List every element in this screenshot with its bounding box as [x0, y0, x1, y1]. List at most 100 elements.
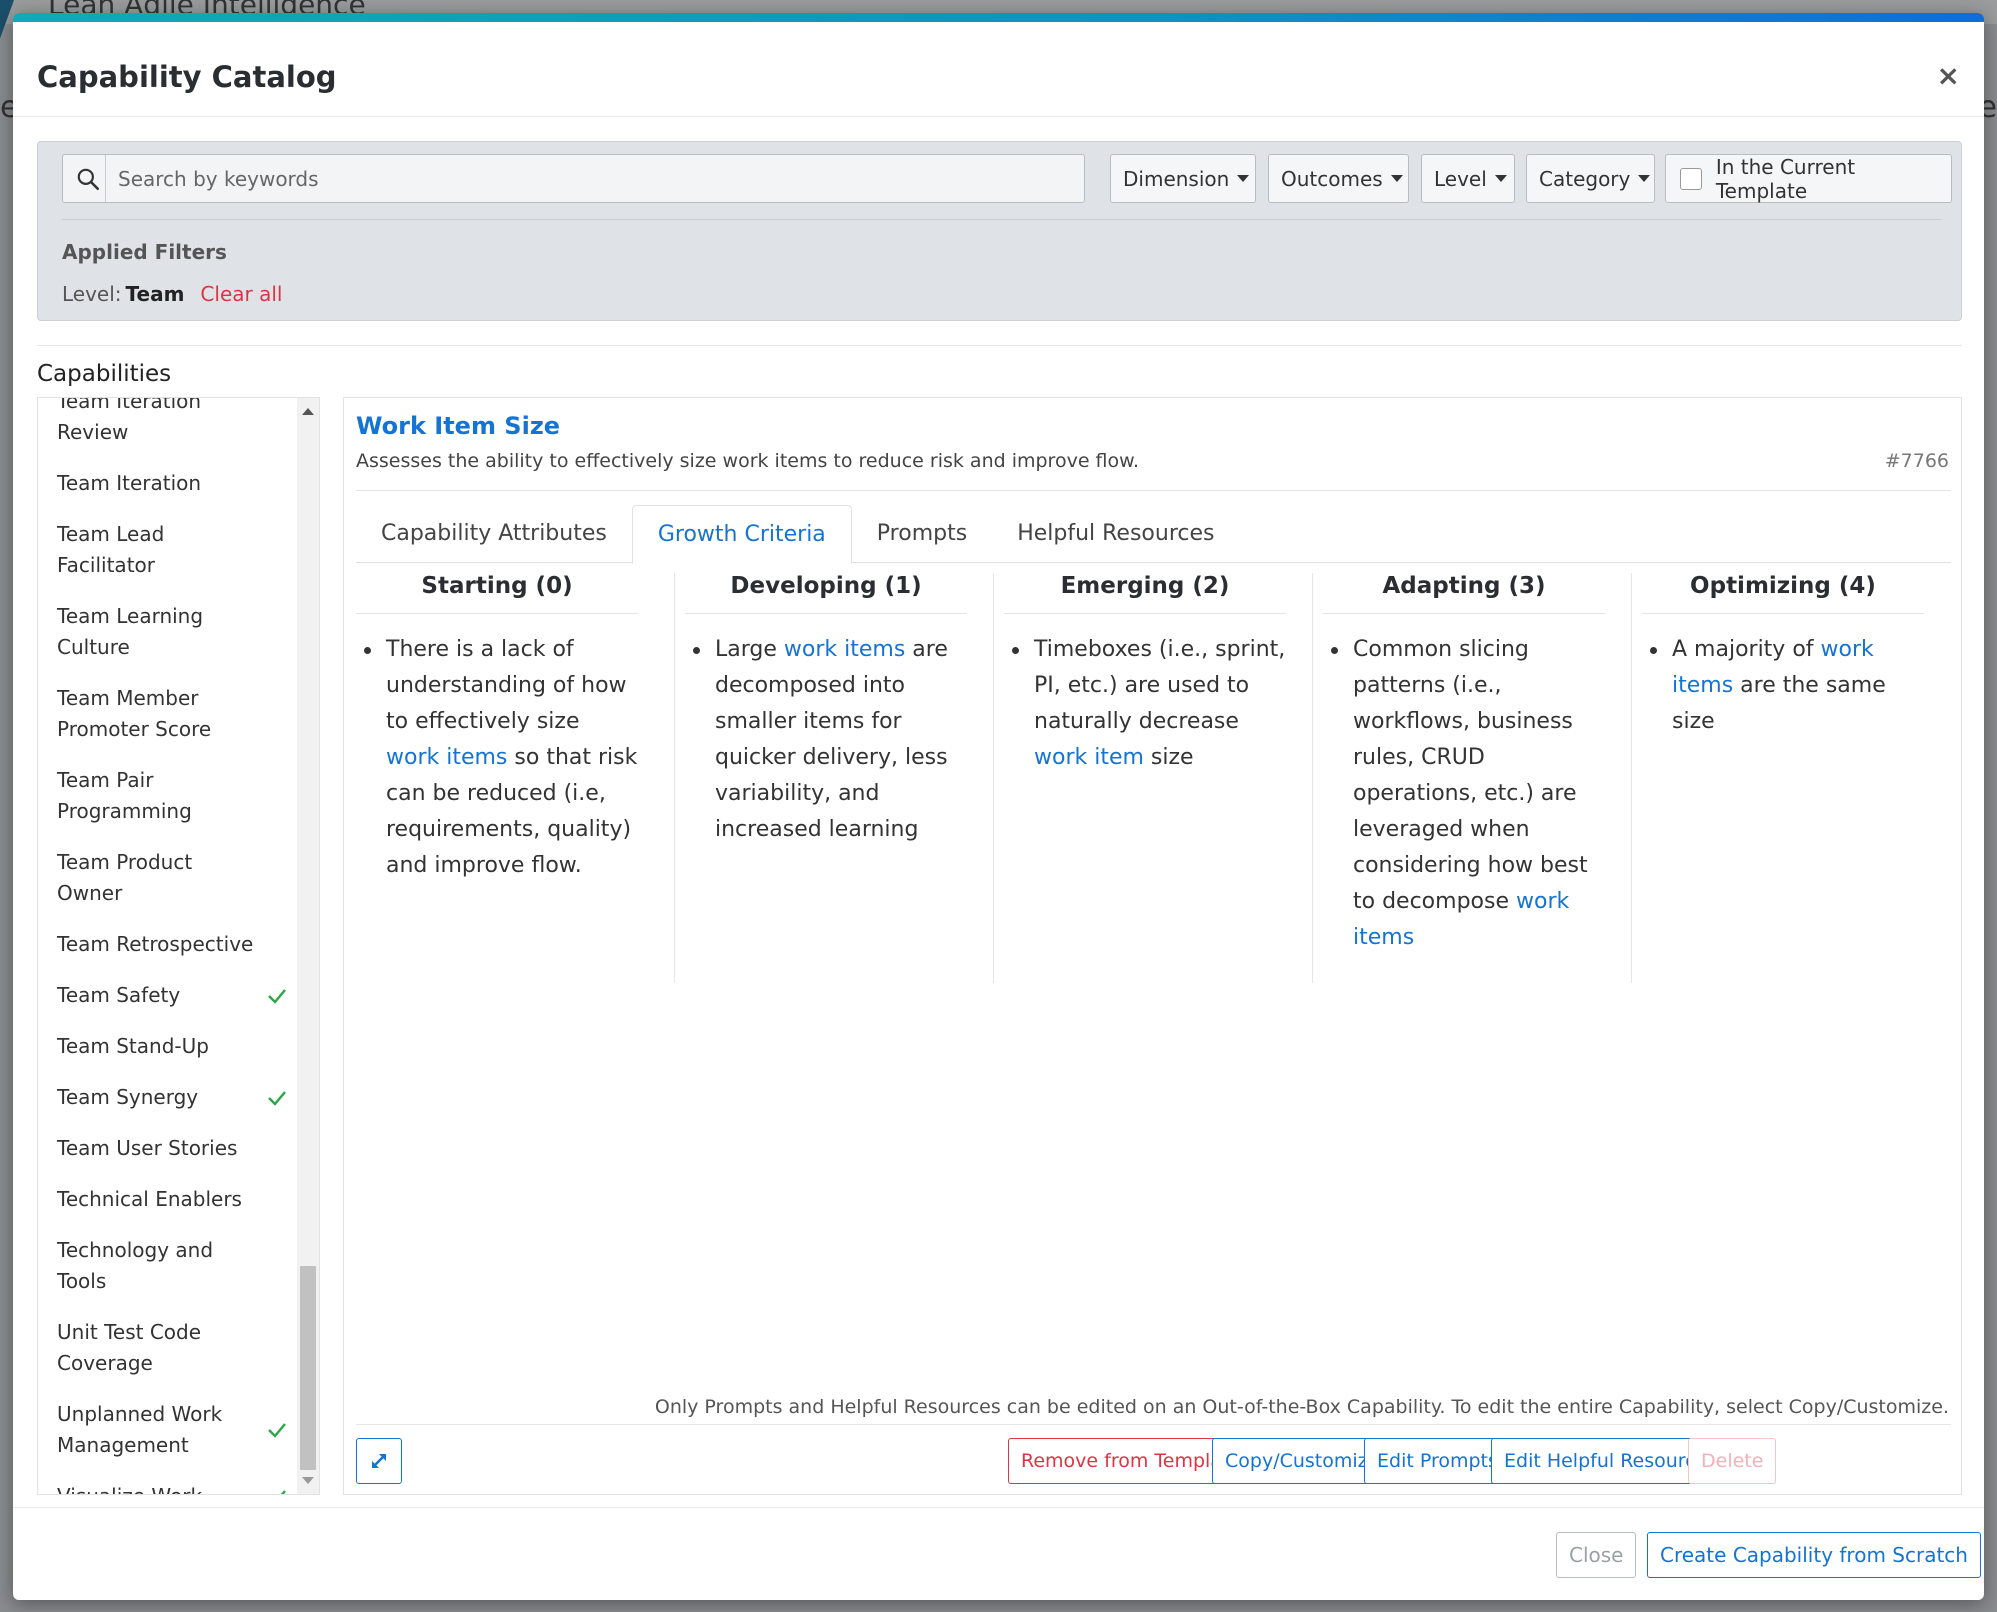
delete-button: Delete — [1688, 1438, 1777, 1484]
modal-accent-bar — [13, 13, 1984, 22]
growth-criteria-grid: Starting (0) There is a lack of understan… — [356, 573, 1951, 983]
capability-description: Assesses the ability to effectively size… — [356, 450, 1139, 472]
criteria-column: Developing (1) Large work items are decom… — [675, 573, 994, 983]
capability-list-item-label: Team Safety — [57, 983, 181, 1007]
capabilities-heading: Capabilities — [37, 361, 172, 387]
capability-list-item-label: Team User Stories — [57, 1136, 238, 1160]
glossary-link[interactable]: work item — [1034, 745, 1144, 770]
tab-prompts[interactable]: Prompts — [852, 505, 992, 563]
modal-title: Capability Catalog — [37, 60, 337, 94]
capability-list-item-label: Technology and Tools — [57, 1238, 214, 1293]
search-input[interactable] — [105, 155, 1075, 202]
caret-down-icon — [1638, 175, 1651, 182]
category-dropdown[interactable]: Category — [1526, 154, 1655, 203]
glossary-link[interactable]: work items — [784, 637, 905, 662]
close-icon[interactable]: × — [1937, 62, 1960, 90]
criteria-column: Emerging (2) Timeboxes (i.e., sprint, PI,… — [994, 573, 1313, 983]
criteria-column: Adapting (3) Common slicing patterns (i.e… — [1313, 573, 1632, 983]
criteria-list: There is a lack of understanding of how … — [356, 614, 638, 884]
capability-list-item-label: Team Stand-Up — [57, 1034, 209, 1058]
close-button[interactable]: Close — [1556, 1532, 1637, 1578]
tab-capability-attributes[interactable]: Capability Attributes — [356, 505, 632, 563]
checkmark-icon — [268, 1090, 286, 1106]
current-template-checkbox[interactable]: In the Current Template — [1665, 154, 1952, 203]
criteria-column-inner: Emerging (2) Timeboxes (i.e., sprint, PI,… — [1004, 573, 1286, 776]
search-icon — [77, 168, 100, 191]
capability-list-item[interactable]: Team Learning Culture — [38, 591, 296, 673]
criteria-level-heading: Emerging (2) — [1004, 573, 1286, 614]
dimension-dropdown-label: Dimension — [1123, 166, 1230, 191]
criteria-text: Large — [715, 637, 784, 662]
applied-filters-title: Applied Filters — [62, 240, 227, 264]
filter-divider — [62, 219, 1941, 220]
modal-footer: Close Create Capability from Scratch — [13, 1507, 1984, 1600]
capability-list-item-label: Team Learning Culture — [57, 604, 204, 659]
scrollbar-thumb[interactable] — [300, 1266, 316, 1470]
search-box — [62, 154, 1085, 203]
capability-list-item[interactable]: Technology and Tools — [38, 1225, 296, 1307]
capability-list-item-label: Team Synergy — [57, 1085, 199, 1109]
level-dropdown-label: Level — [1434, 166, 1487, 191]
criteria-list: Large work items are decomposed into sma… — [685, 614, 967, 848]
capability-list-item-label: Team Pair Programming — [57, 768, 192, 823]
criteria-column-inner: Optimizing (4) A majority of work items a… — [1642, 573, 1924, 740]
scroll-down-arrow-icon[interactable] — [302, 1477, 314, 1484]
scroll-up-arrow-icon[interactable] — [302, 408, 314, 415]
applied-filter-key: Level: — [62, 282, 122, 306]
caret-down-icon — [1390, 175, 1403, 182]
criteria-list: Timeboxes (i.e., sprint, PI, etc.) are u… — [1004, 614, 1286, 776]
capability-list-item[interactable]: Team Lead Facilitator — [38, 509, 296, 591]
criteria-item: Timeboxes (i.e., sprint, PI, etc.) are u… — [1012, 632, 1286, 776]
capability-list-item[interactable]: Team User Stories — [38, 1123, 296, 1174]
criteria-level-heading: Starting (0) — [356, 573, 638, 614]
criteria-list: Common slicing patterns (i.e., workflows… — [1323, 614, 1605, 956]
capability-list-item-label: Team Iteration Review — [57, 397, 202, 444]
capability-list-item-label: Team Iteration — [57, 471, 202, 495]
criteria-column-inner: Adapting (3) Common slicing patterns (i.e… — [1323, 573, 1605, 956]
detail-divider — [356, 490, 1951, 491]
capability-list-item[interactable]: Team Stand-Up — [38, 1021, 296, 1072]
criteria-level-heading: Adapting (3) — [1323, 573, 1605, 614]
capability-list-item[interactable]: Team Retrospective — [38, 919, 296, 970]
criteria-text: Common slicing patterns (i.e., workflows… — [1353, 637, 1588, 914]
expand-button[interactable] — [356, 1438, 402, 1484]
glossary-link[interactable]: work items — [386, 745, 507, 770]
outcomes-dropdown-label: Outcomes — [1281, 166, 1383, 191]
capability-list-item[interactable]: Team Product Owner — [38, 837, 296, 919]
dimension-dropdown[interactable]: Dimension — [1110, 154, 1256, 203]
outcomes-dropdown[interactable]: Outcomes — [1268, 154, 1409, 203]
capability-list-item[interactable]: Technical Enablers — [38, 1174, 296, 1225]
clear-all-link[interactable]: Clear all — [200, 282, 282, 306]
criteria-text: Timeboxes (i.e., sprint, PI, etc.) are u… — [1034, 637, 1286, 734]
capability-list-item[interactable]: Visualize Work — [38, 1471, 296, 1494]
criteria-column: Starting (0) There is a lack of understan… — [356, 573, 675, 983]
capability-title: Work Item Size — [356, 412, 561, 440]
capability-list-item-label: Unit Test Code Coverage — [57, 1320, 202, 1375]
capability-list-item[interactable]: Team Pair Programming — [38, 755, 296, 837]
capability-list-item[interactable]: Team Synergy — [38, 1072, 296, 1123]
capability-list-item[interactable]: Unit Test Code Coverage — [38, 1307, 296, 1389]
out-of-box-note: Only Prompts and Helpful Resources can b… — [654, 1396, 1949, 1418]
capability-list-item[interactable]: Team Member Promoter Score — [38, 673, 296, 755]
capability-list-item[interactable]: Team Iteration — [38, 458, 296, 509]
checkbox-box[interactable] — [1680, 167, 1702, 190]
capability-list-item[interactable]: Team Iteration Review — [38, 397, 296, 458]
create-capability-button[interactable]: Create Capability from Scratch — [1647, 1532, 1981, 1578]
edit-prompts-button[interactable]: Edit Prompts — [1364, 1438, 1511, 1484]
capability-list-item-label: Unplanned Work Management — [57, 1402, 223, 1457]
applied-filter-value: Team — [125, 282, 185, 306]
level-dropdown[interactable]: Level — [1421, 154, 1515, 203]
capability-list-item-label: Technical Enablers — [57, 1187, 242, 1211]
tab-helpful-resources[interactable]: Helpful Resources — [992, 505, 1239, 563]
checkmark-icon — [268, 988, 286, 1004]
criteria-list: A majority of work items are the same si… — [1642, 614, 1924, 740]
detail-tabs: Capability Attributes Growth Criteria Prom… — [356, 505, 1951, 564]
modal-header: Capability Catalog × — [13, 22, 1984, 117]
capability-list-item[interactable]: Unplanned Work Management — [38, 1389, 296, 1471]
expand-icon — [372, 1454, 386, 1468]
tab-growth-criteria[interactable]: Growth Criteria — [631, 505, 852, 564]
criteria-item: There is a lack of understanding of how … — [364, 632, 638, 884]
capability-list-item[interactable]: Team Safety — [38, 970, 296, 1021]
criteria-level-heading: Developing (1) — [685, 573, 967, 614]
list-scrollbar[interactable] — [297, 398, 319, 1494]
